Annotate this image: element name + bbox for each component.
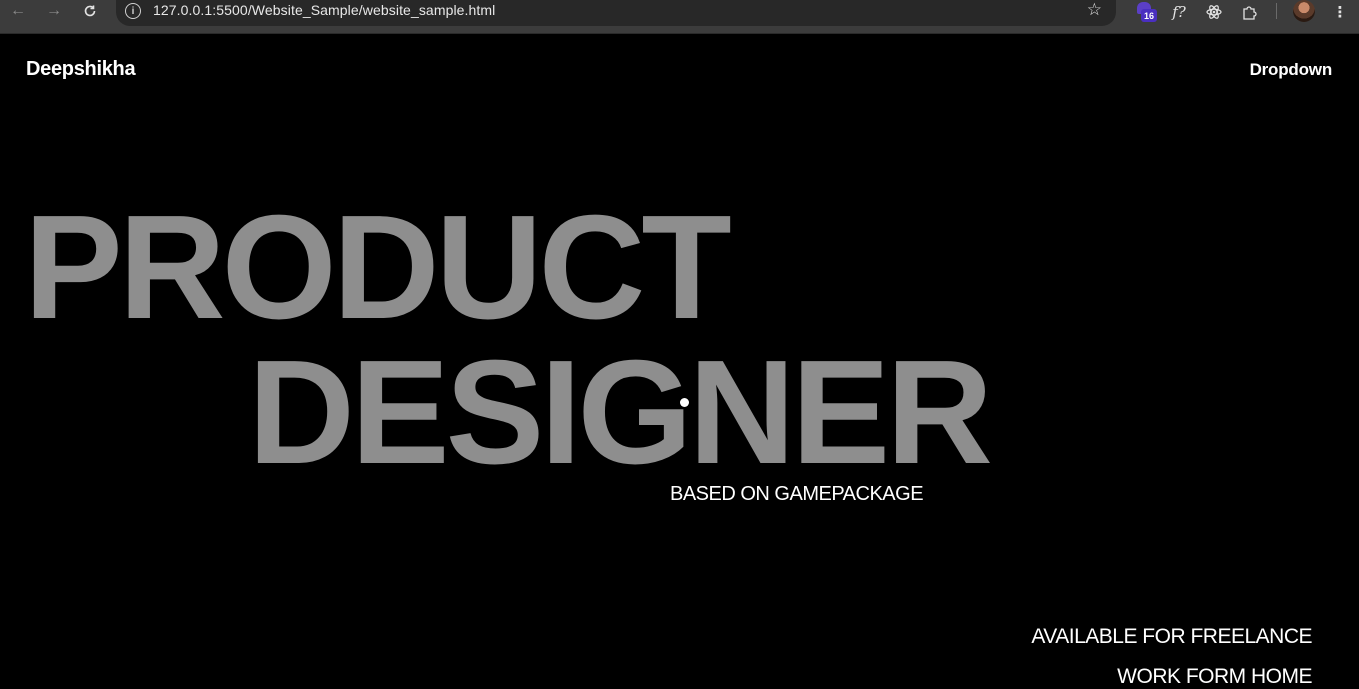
function-icon[interactable]: f? bbox=[1167, 0, 1191, 24]
browser-toolbar: ← → i 127.0.0.1:5500/Website_Sample/webs… bbox=[0, 0, 1359, 34]
profile-avatar[interactable] bbox=[1293, 0, 1315, 22]
address-bar[interactable]: i 127.0.0.1:5500/Website_Sample/website_… bbox=[116, 0, 1116, 26]
kebab-menu-icon[interactable]: ⋮ bbox=[1328, 0, 1352, 24]
hero-title-line-1: PRODUCT bbox=[24, 185, 732, 350]
extension-count-badge: 16 bbox=[1141, 9, 1157, 22]
info-icon[interactable]: i bbox=[125, 3, 141, 19]
arrow-left-icon: ← bbox=[10, 2, 26, 19]
hero-title-line-2: DESIGNER bbox=[248, 330, 993, 495]
website-page: Deepshikha Dropdown PRODUCT DESIGNER BAS… bbox=[0, 34, 1359, 688]
custom-cursor-dot bbox=[680, 398, 689, 407]
arrow-right-icon: → bbox=[46, 2, 62, 19]
extension-badge-button[interactable]: 16 bbox=[1137, 0, 1157, 22]
dropdown-menu-button[interactable]: Dropdown bbox=[1250, 60, 1333, 80]
availability-text: AVAILABLE FOR FREELANCE bbox=[1031, 625, 1312, 648]
site-logo-text[interactable]: Deepshikha bbox=[26, 58, 136, 81]
forward-button[interactable]: → bbox=[40, 0, 68, 22]
back-button[interactable]: ← bbox=[4, 0, 32, 22]
star-icon[interactable]: ☆ bbox=[1087, 0, 1102, 20]
reload-icon bbox=[84, 5, 96, 17]
hero-subtitle: BASED ON GAMEPACKAGE bbox=[670, 483, 924, 505]
puzzle-icon[interactable] bbox=[1238, 0, 1262, 24]
url-text[interactable]: 127.0.0.1:5500/Website_Sample/website_sa… bbox=[153, 2, 495, 18]
react-icon[interactable] bbox=[1202, 0, 1226, 24]
reload-button[interactable] bbox=[76, 0, 104, 22]
toolbar-separator bbox=[1276, 3, 1277, 19]
work-mode-text: WORK FORM HOME bbox=[1117, 665, 1312, 688]
